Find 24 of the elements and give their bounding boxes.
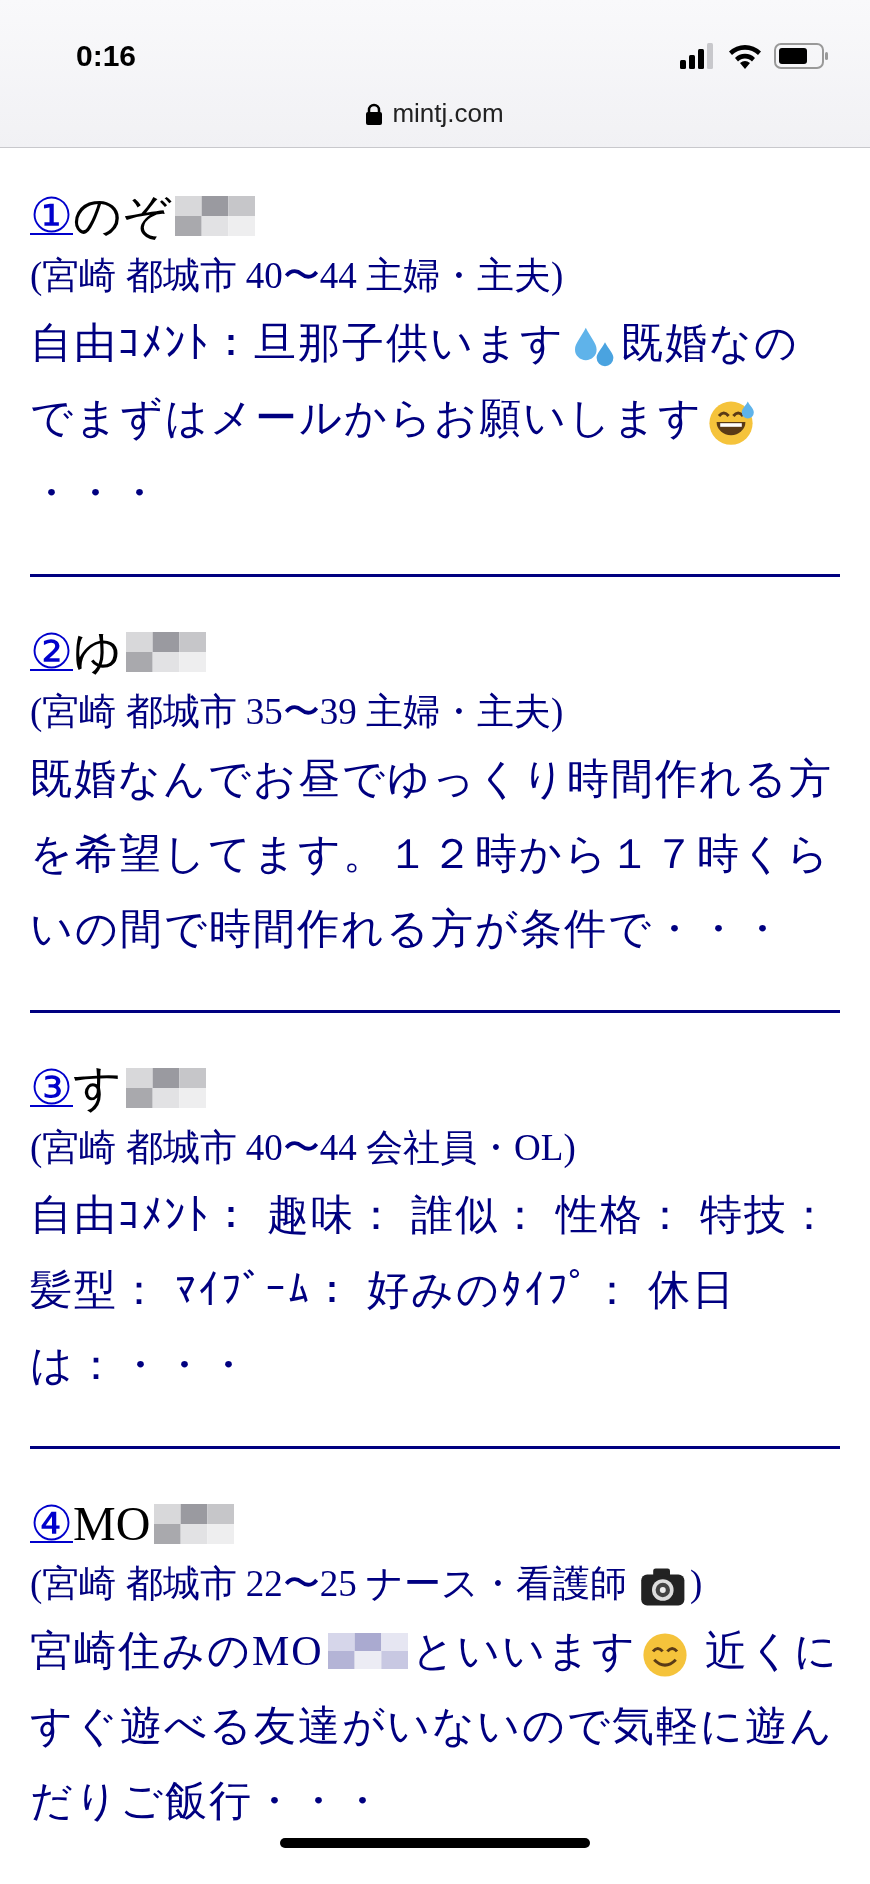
profile-location: (宮崎 都城市 35〜39 主婦・主夫) (30, 690, 565, 734)
entry-number-link[interactable]: ② (30, 622, 73, 682)
profile-comment: 既婚なんでお昼でゆっくり時間作れる方を希望してます。１２時から１７時くらいの間で時間作れる方が条件で・・・ (30, 755, 834, 954)
clock-time: 0:16 (76, 39, 137, 73)
profile-comment: 自由ｺﾒﾝﾄ： 趣味： 誰似： 性格： 特技：髪型： ﾏｲﾌﾞｰﾑ： 好みのﾀｲﾌﾟ： 休日は：・・・ (30, 1191, 833, 1390)
profile-name: のぞ (73, 188, 171, 244)
profile-name: MO (73, 1496, 151, 1552)
entry-number-link[interactable]: ① (30, 186, 73, 246)
entry-number-link[interactable]: ③ (30, 1058, 73, 1118)
profile-location: (宮崎 都城市 40〜44 会社員・OL) (30, 1126, 577, 1170)
profile-location: (宮崎 都城市 22〜25 ナース・看護師 ) (30, 1554, 840, 1614)
entry-number-link[interactable]: ④ (30, 1494, 73, 1554)
smile-icon (640, 1631, 689, 1680)
lock-icon (366, 102, 383, 125)
battery-icon (774, 43, 830, 69)
profile-comment: 宮崎住みのMO といいます 近くにすぐ遊べる友達がいないので気軽に遊んだりご飯行・・・ (30, 1627, 840, 1826)
wifi-icon (728, 43, 762, 69)
profile-name: ゆ (73, 624, 122, 680)
profile-name: す (73, 1060, 122, 1116)
profile-location: (宮崎 都城市 40〜44 主婦・主夫) (30, 254, 565, 298)
signal-icon (680, 43, 716, 69)
home-indicator[interactable] (280, 1838, 590, 1848)
url-text[interactable]: mintj.com (392, 98, 504, 129)
profile-comment: 自由ｺﾒﾝﾄ：旦那子供います 既婚なのでまずはメールからお願いします ・・・ (30, 319, 800, 518)
